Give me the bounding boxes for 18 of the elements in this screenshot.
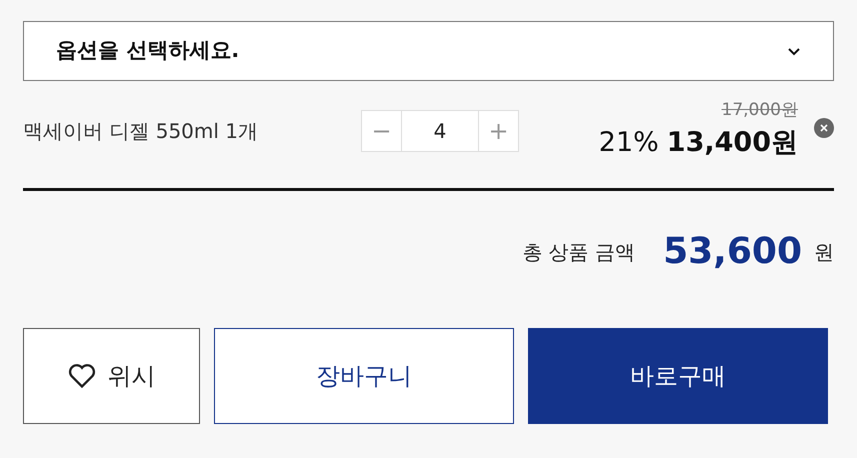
total-amount: 53,600 [663, 230, 802, 274]
wish-label: 위시 [108, 361, 156, 392]
total-unit: 원 [814, 238, 834, 266]
product-name: 맥세이버 디젤 550ml 1개 [23, 118, 260, 144]
heart-icon [68, 363, 96, 389]
discount-rate: 21% [598, 126, 659, 160]
option-select[interactable]: 옵션을 선택하세요. [23, 21, 834, 81]
quantity-value: 4 [432, 118, 448, 144]
sale-price: 13,400원 [666, 126, 798, 160]
option-placeholder: 옵션을 선택하세요. [56, 37, 240, 64]
original-price: 17,000원 [722, 98, 798, 122]
close-icon [820, 124, 828, 132]
chevron-down-icon [787, 46, 801, 56]
wish-button[interactable]: 위시 [23, 328, 200, 424]
buy-button[interactable]: 바로구매 [528, 328, 828, 424]
cart-button[interactable]: 장바구니 [214, 328, 514, 424]
total-label: 총 상품 금액 [522, 238, 636, 266]
remove-button[interactable] [814, 118, 834, 138]
